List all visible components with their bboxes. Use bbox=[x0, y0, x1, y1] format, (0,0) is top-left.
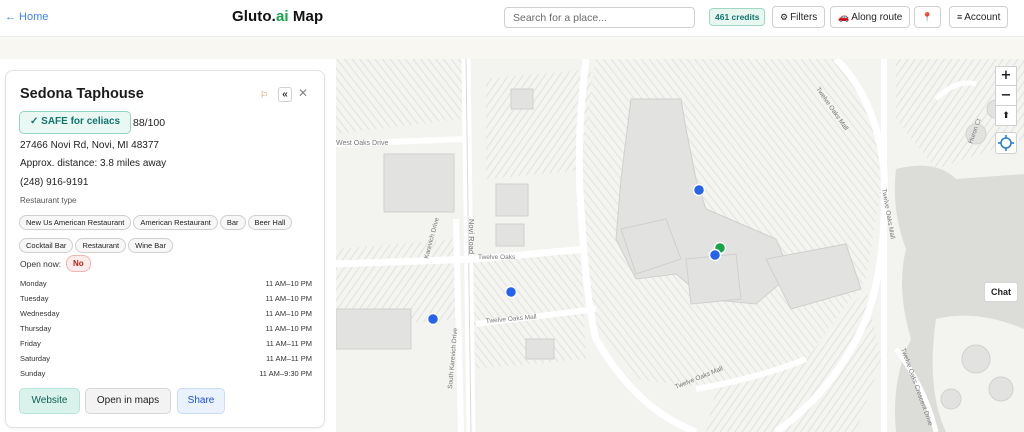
hours-row: Tuesday 11 AM–10 PM bbox=[20, 292, 312, 307]
share-button[interactable]: Share bbox=[177, 388, 225, 414]
place-details-card: Sedona Taphouse ⚐ « ✕ ✓ SAFE for celiacs… bbox=[5, 70, 325, 428]
home-link[interactable]: ← Home bbox=[5, 11, 48, 23]
hours-day: Tuesday bbox=[20, 294, 49, 303]
type-tag: American Restaurant bbox=[133, 215, 218, 230]
place-marker[interactable] bbox=[426, 312, 440, 326]
pin-icon: 📍 bbox=[921, 12, 934, 22]
account-label: Account bbox=[964, 12, 1001, 23]
hours-day: Sunday bbox=[20, 369, 46, 378]
open-status-badge: No bbox=[66, 255, 91, 272]
street-label: West Oaks Drive bbox=[336, 140, 388, 147]
hours-day: Thursday bbox=[20, 324, 52, 333]
top-bar: ← Home Gluto.ai Map 461 credits ⚙Filters… bbox=[0, 0, 1024, 37]
street-label: Twelve Oaks bbox=[478, 254, 516, 261]
search-input[interactable] bbox=[504, 7, 695, 28]
filters-button[interactable]: ⚙ Filters bbox=[772, 6, 826, 28]
menu-icon: ≡ bbox=[957, 12, 963, 22]
place-distance: Approx. distance: 3.8 miles away bbox=[20, 158, 167, 169]
website-button[interactable]: Website bbox=[19, 388, 80, 414]
open-now-label: Open now: bbox=[20, 259, 62, 269]
hours-row: Sunday 11 AM–9:30 PM bbox=[20, 367, 312, 382]
car-icon: 🚗 bbox=[838, 12, 850, 22]
report-flag-icon[interactable]: ⚐ bbox=[260, 90, 268, 101]
place-address: 27466 Novi Rd, Novi, MI 48377 bbox=[20, 140, 159, 151]
hours-row: Monday 11 AM–10 PM bbox=[20, 277, 312, 292]
street-label: Novi Road bbox=[467, 219, 476, 254]
zoom-controls: + − ⬆ bbox=[995, 66, 1017, 126]
type-tag: Cocktail Bar bbox=[19, 238, 74, 253]
header-strip bbox=[0, 37, 1024, 59]
map-svg: West Oaks Drive Novi Road Karevich Drive… bbox=[336, 59, 1024, 432]
place-phone[interactable]: (248) 916-9191 bbox=[20, 177, 88, 188]
zoom-in-button[interactable]: + bbox=[995, 66, 1017, 86]
hours-row: Wednesday 11 AM–10 PM bbox=[20, 307, 312, 322]
type-tag: Wine Bar bbox=[128, 238, 173, 253]
zoom-out-button[interactable]: − bbox=[995, 86, 1017, 106]
hours-time: 11 AM–10 PM bbox=[265, 309, 312, 318]
location-pin-button[interactable]: 📍 bbox=[914, 6, 941, 28]
brand-suffix: Map bbox=[288, 8, 324, 25]
collapse-panel-button[interactable]: « bbox=[278, 87, 292, 102]
hours-row: Thursday 11 AM–10 PM bbox=[20, 322, 312, 337]
type-tag: New Us American Restaurant bbox=[19, 215, 132, 230]
hours-row: Saturday 11 AM–11 PM bbox=[20, 352, 312, 367]
type-tag: Bar bbox=[219, 215, 246, 230]
brand-logo: Gluto.ai Map bbox=[232, 8, 323, 25]
hours-row: Friday 11 AM–11 PM bbox=[20, 337, 312, 352]
account-button[interactable]: ≡ Account bbox=[949, 6, 1009, 28]
open-in-maps-button[interactable]: Open in maps bbox=[85, 388, 171, 414]
place-marker[interactable] bbox=[708, 248, 722, 262]
hours-day: Saturday bbox=[20, 354, 51, 363]
restaurant-type-label: Restaurant type bbox=[20, 196, 77, 205]
hours-time: 11 AM–10 PM bbox=[265, 279, 312, 288]
filters-label: Filters bbox=[790, 12, 818, 23]
hours-day: Wednesday bbox=[20, 309, 60, 318]
safety-score: 88/100 bbox=[133, 117, 166, 129]
hours-time: 11 AM–10 PM bbox=[265, 294, 312, 303]
opening-hours-list: Monday 11 AM–10 PM Tuesday 11 AM–10 PM Wed… bbox=[20, 277, 312, 382]
brand-prefix: Gluto. bbox=[232, 8, 276, 25]
restaurant-type-tags: New Us American Restaurant American Resta… bbox=[19, 212, 319, 258]
along-route-button[interactable]: 🚗 Along route bbox=[830, 6, 911, 28]
place-marker[interactable] bbox=[692, 183, 706, 197]
compass-button[interactable]: ⬆ bbox=[995, 106, 1017, 126]
hours-time: 11 AM–10 PM bbox=[265, 324, 312, 333]
close-icon[interactable]: ✕ bbox=[298, 86, 308, 100]
chat-button[interactable]: Chat bbox=[984, 282, 1018, 302]
type-tag: Beer Hall bbox=[247, 215, 293, 230]
map-canvas[interactable]: West Oaks Drive Novi Road Karevich Drive… bbox=[336, 59, 1024, 432]
celiac-safety-badge: ✓ SAFE for celiacs bbox=[19, 111, 132, 134]
place-marker[interactable] bbox=[504, 285, 518, 299]
brand-accent: ai bbox=[275, 8, 289, 25]
along-route-label: Along route bbox=[851, 12, 903, 23]
credits-badge: 461 credits bbox=[709, 8, 766, 26]
hours-time: 11 AM–11 PM bbox=[266, 339, 312, 348]
hours-time: 11 AM–11 PM bbox=[266, 354, 312, 363]
hours-day: Friday bbox=[20, 339, 41, 348]
hours-day: Monday bbox=[20, 279, 47, 288]
locate-me-button[interactable] bbox=[995, 132, 1017, 154]
filter-icon: ⚙ bbox=[780, 12, 789, 22]
crosshair-icon bbox=[998, 135, 1014, 151]
type-tag: Restaurant bbox=[75, 238, 127, 253]
hours-time: 11 AM–9:30 PM bbox=[259, 369, 312, 378]
place-name: Sedona Taphouse bbox=[20, 86, 144, 102]
